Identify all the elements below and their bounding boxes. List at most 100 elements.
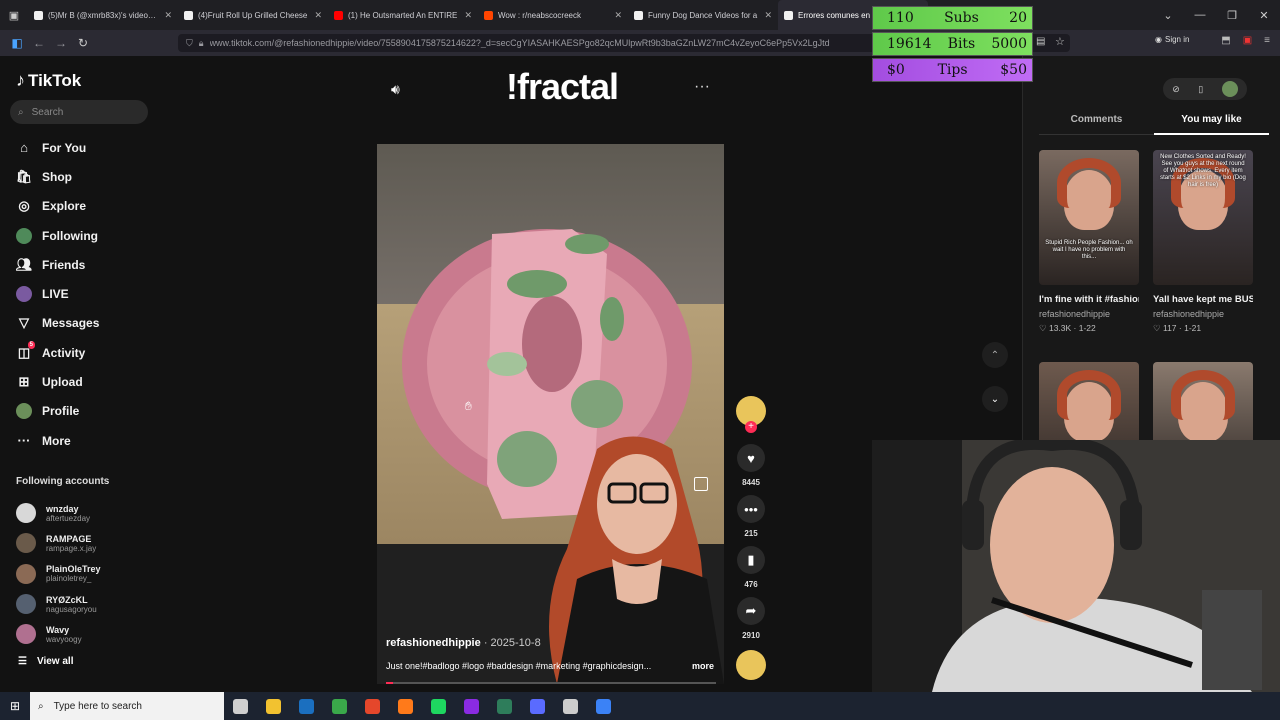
overlay-goal: 5000 — [991, 36, 1027, 52]
video-actions: + ♥ 8445 ••• 215 ▮ 476 ➦ 2910 — [735, 396, 767, 680]
share-icon[interactable]: ➦ — [737, 597, 765, 625]
heart-icon[interactable]: ♥ — [737, 444, 765, 472]
minimize-icon[interactable]: — — [1184, 9, 1216, 21]
menu-icon[interactable]: ≡ — [1264, 35, 1270, 46]
sidebar-item-activity[interactable]: ◫ 5 Activity — [16, 338, 99, 367]
sidebar-item-upload[interactable]: ⊞ Upload — [16, 367, 99, 396]
taskbar-app-icon[interactable] — [356, 692, 389, 720]
sidebar-nav: ⌂ For You 🛍︎ Shop ◎ Explore Following 👥︎ Friends… — [16, 133, 100, 455]
video-player[interactable]: refashionedhippie · 2025-10-8 Just one!#… — [377, 144, 724, 684]
app-glyph — [596, 698, 611, 714]
taskbar-app-icon[interactable] — [290, 692, 323, 720]
taskbar-app-icon[interactable] — [587, 692, 620, 720]
profile-avatar-icon[interactable] — [1221, 81, 1238, 97]
browser-tab[interactable]: Funny Dog Dance Videos for a ✕ — [628, 0, 778, 30]
sidebar-item-following[interactable]: Following — [16, 221, 99, 250]
forward-icon[interactable]: → — [50, 36, 72, 50]
sidebar-item-explore[interactable]: ◎ Explore — [16, 192, 99, 221]
card-meta: ♡ 13.3K · 1-22 — [1039, 323, 1096, 333]
video-author[interactable]: refashionedhippie · 2025-10-8 — [386, 637, 541, 649]
close-tab-icon[interactable]: ✕ — [764, 10, 772, 21]
browser-tab[interactable]: (5)Mr B (@xmrb83x)'s videos w ✕ — [28, 0, 178, 30]
account-name: PlainOleTrey — [46, 564, 101, 575]
like-action[interactable]: ♥ 8445 — [737, 444, 765, 487]
tiktok-logo[interactable]: ♪ TikTok — [16, 70, 81, 91]
close-tab-icon[interactable]: ✕ — [614, 10, 622, 21]
taskbar-app-icon[interactable] — [257, 692, 290, 720]
sidebar-item-live[interactable]: LIVE — [16, 279, 99, 308]
share-action[interactable]: ➦ 2910 — [737, 597, 765, 640]
following-account[interactable]: PlainOleTrey plainoletrey_ — [16, 559, 101, 589]
tab-you-may-like[interactable]: You may like — [1154, 114, 1269, 135]
tab-list-icon[interactable]: ⌄ — [1152, 9, 1184, 22]
taskbar-app-icon[interactable] — [488, 692, 521, 720]
bookmark-star-icon[interactable]: ☆ — [1055, 35, 1065, 48]
following-account[interactable]: RAMPAGE rampage.x.jay — [16, 528, 101, 558]
tab-comments[interactable]: Comments — [1039, 114, 1154, 135]
recommended-video-card[interactable]: New Clothes Sorted and Ready! See you gu… — [1153, 150, 1253, 334]
overlay-goal: 20 — [1009, 10, 1027, 26]
taskbar-app-icon[interactable] — [521, 692, 554, 720]
taskbar-app-icon[interactable] — [389, 692, 422, 720]
follow-plus-icon[interactable]: + — [745, 421, 757, 433]
recommended-video-card[interactable]: Stupid Rich People Fashion... oh wait I … — [1039, 150, 1139, 334]
sidebar-item-shop[interactable]: 🛍︎ Shop — [16, 162, 99, 191]
sign-in-button[interactable]: ◉ Sign in — [1155, 35, 1189, 44]
close-window-icon[interactable]: ✕ — [1248, 9, 1280, 22]
taskbar-app-icon[interactable] — [422, 692, 455, 720]
taskbar-app-icon[interactable] — [455, 692, 488, 720]
browser-tab[interactable]: (4)Fruit Roll Up Grilled Cheese ✕ — [178, 0, 328, 30]
following-account[interactable]: wnzday aftertuezday — [16, 498, 101, 528]
music-disc-icon[interactable] — [736, 650, 766, 680]
more-options-icon[interactable]: ··· — [694, 78, 710, 96]
addon-icon[interactable]: ▣ — [1243, 35, 1252, 46]
coin-icon[interactable]: ⊘ — [1172, 84, 1180, 95]
sidebar-item-more[interactable]: ··· More — [16, 426, 99, 455]
bookmark-icon[interactable]: ▮ — [737, 546, 765, 574]
browser-tab[interactable]: Wow : r/neabscocreeck ✕ — [478, 0, 628, 30]
back-icon[interactable]: ← — [28, 36, 50, 50]
volume-icon[interactable]: 🔊︎ — [391, 81, 400, 98]
device-icon[interactable]: ▯ — [1198, 84, 1203, 95]
account-name: RAMPAGE — [46, 533, 92, 544]
search-input[interactable]: ⌕ Search — [10, 100, 148, 124]
reload-icon[interactable]: ↻ — [72, 36, 94, 50]
card-title: Yall have kept me BUSY! Thank you... — [1153, 294, 1253, 305]
close-tab-icon[interactable]: ✕ — [464, 10, 472, 21]
video-thumbnail[interactable]: New Clothes Sorted and Ready! See you gu… — [1153, 150, 1253, 285]
app-glyph — [497, 698, 512, 714]
upload-icon: ⊞ — [18, 374, 30, 390]
sidebar-item-for-you[interactable]: ⌂ For You — [16, 133, 99, 162]
browser-tab[interactable]: (1) He Outsmarted An ENTIRE ✕ — [328, 0, 478, 30]
sidebar-item-profile[interactable]: Profile — [16, 397, 99, 426]
video-progress-bar[interactable] — [386, 682, 716, 684]
close-tab-icon[interactable]: ✕ — [164, 10, 172, 21]
taskbar-search[interactable]: ⌕ Type here to search — [30, 692, 224, 720]
restore-icon[interactable]: ❐ — [1216, 9, 1248, 22]
previous-video-icon[interactable]: ⌃ — [982, 342, 1008, 368]
taskbar-app-icon[interactable] — [323, 692, 356, 720]
creator-avatar[interactable]: + — [736, 396, 766, 433]
sidebar-toggle-icon[interactable]: ◧ — [6, 36, 28, 50]
tab-overview-icon[interactable]: ▣ — [0, 0, 28, 30]
following-account[interactable]: Wavy wavyoogy — [16, 619, 101, 649]
extensions-icon[interactable]: ⬒ — [1221, 35, 1230, 46]
sidebar-item-friends[interactable]: 👥︎ Friends — [16, 250, 99, 279]
video-thumbnail[interactable]: Stupid Rich People Fashion... oh wait I … — [1039, 150, 1139, 285]
comment-action[interactable]: ••• 215 — [737, 495, 765, 538]
next-video-icon[interactable]: ⌄ — [982, 386, 1008, 412]
picture-in-picture-icon[interactable] — [694, 477, 708, 491]
windows-start-icon[interactable]: ⊞ — [0, 699, 30, 713]
taskbar-app-icon[interactable] — [554, 692, 587, 720]
taskbar-app-icon[interactable] — [224, 692, 257, 720]
mouse-pointer-icon: ✋︎ — [465, 399, 472, 413]
comment-icon[interactable]: ••• — [737, 495, 765, 523]
reader-icon[interactable]: ▤ — [1036, 36, 1045, 47]
sidebar-item-messages[interactable]: ▽ Messages — [16, 309, 99, 338]
caption-more-link[interactable]: more — [692, 661, 714, 671]
following-account[interactable]: RYØZcKL nagusagoryou — [16, 589, 101, 619]
save-action[interactable]: ▮ 476 — [737, 546, 765, 589]
avatar — [16, 533, 36, 554]
view-all-button[interactable]: ☰ View all — [18, 656, 73, 667]
close-tab-icon[interactable]: ✕ — [314, 10, 322, 21]
